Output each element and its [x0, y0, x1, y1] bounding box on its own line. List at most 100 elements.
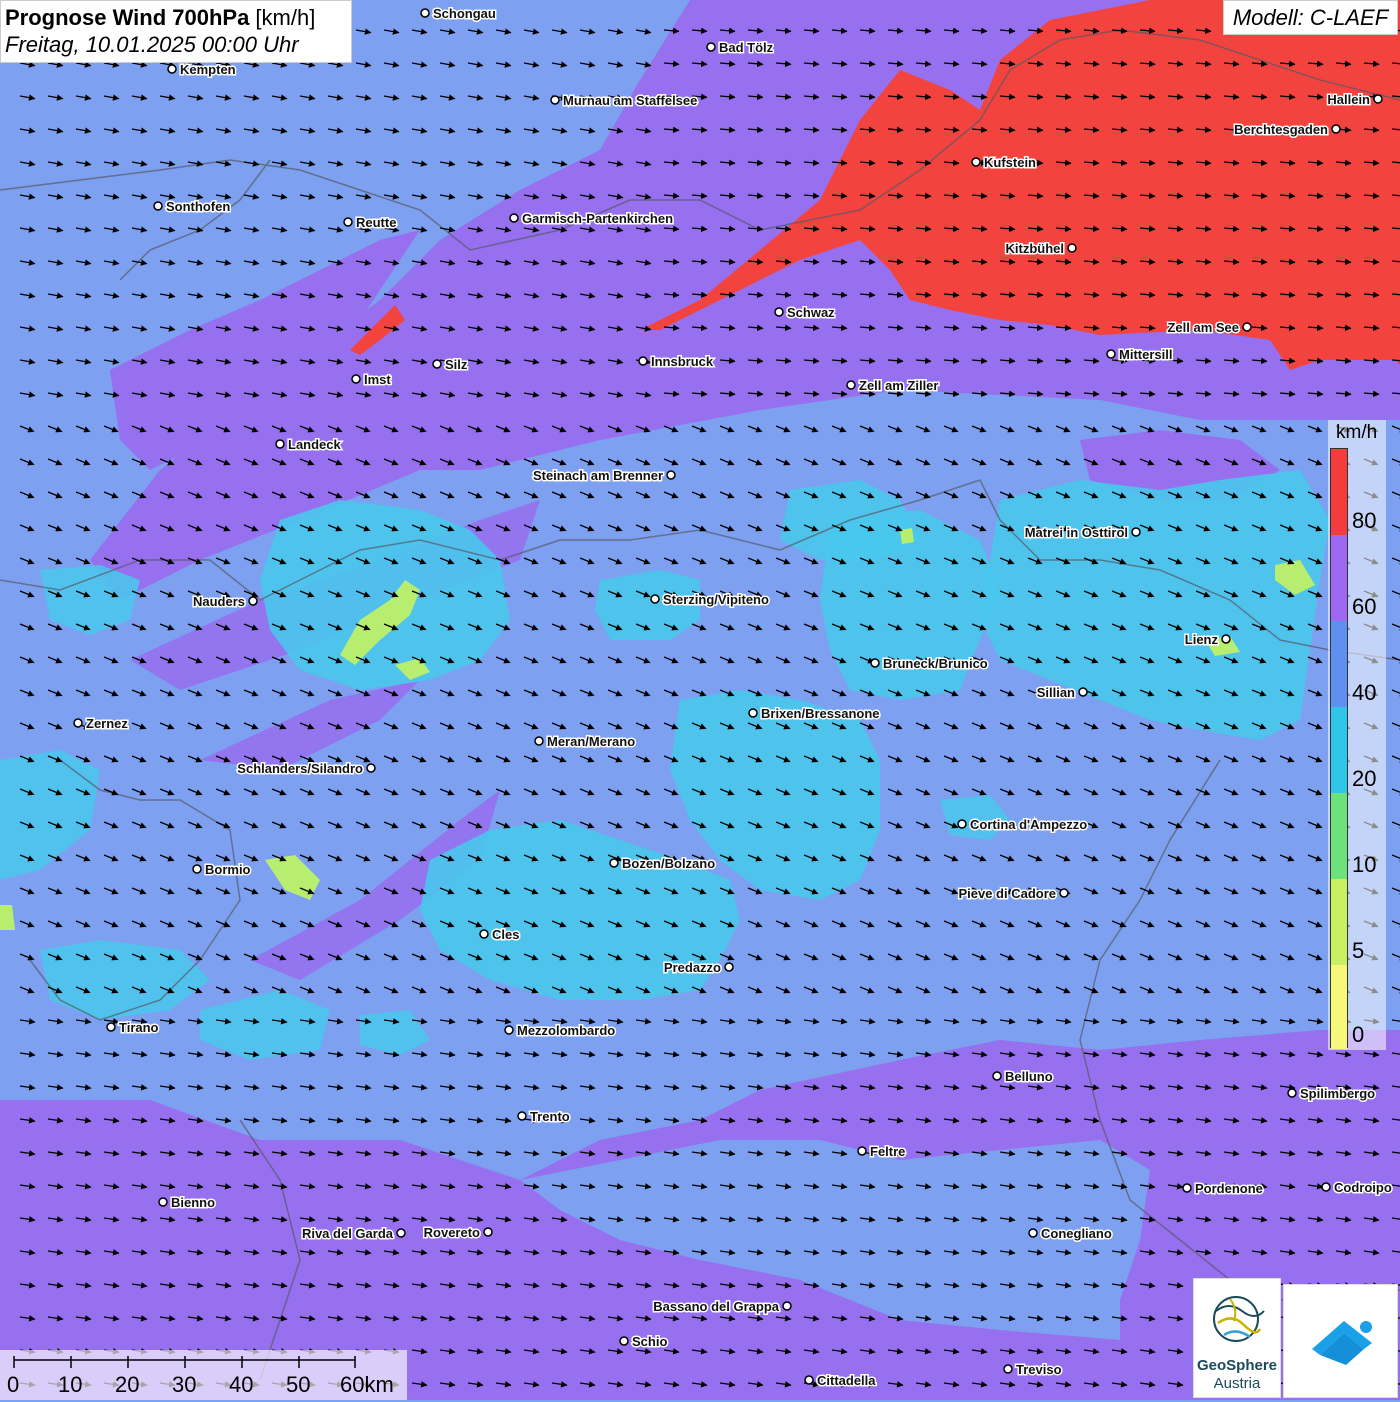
legend-seg-cyan [1331, 707, 1347, 793]
city-dot [1287, 1088, 1297, 1098]
wind-zone-lime-7 [900, 528, 914, 544]
scale-label-30: 30 [172, 1372, 197, 1397]
city-dot [638, 356, 648, 366]
city-label: Cortina d'Ampezzo [970, 817, 1087, 832]
city-dot [1182, 1183, 1192, 1193]
city-label: Sterzing/Vipiteno [663, 592, 769, 607]
city-marker: Schongau [420, 5, 497, 23]
city-label: Riva del Garda [302, 1226, 394, 1241]
city-label: Conegliano [1041, 1226, 1112, 1241]
city-marker: Zell am Ziller [846, 377, 940, 395]
city-dot [1003, 1364, 1013, 1374]
legend-label-80: 80 [1352, 508, 1377, 533]
city-label: Bormio [205, 862, 251, 877]
city-label: Brixen/Bressanone [761, 706, 880, 721]
city-label: Reutte [356, 215, 396, 230]
geosphere-name: GeoSphere [1196, 1357, 1278, 1374]
map-title: Prognose Wind 700hPa [km/h] [5, 5, 347, 31]
city-dot [774, 307, 784, 317]
city-label: Zell am Ziller [859, 378, 938, 393]
legend-label-10: 10 [1352, 852, 1377, 877]
city-marker: Cortina d'Ampezzo [957, 816, 1089, 834]
legend-label-20: 20 [1352, 766, 1377, 791]
city-dot [748, 708, 758, 718]
city-label: Kufstein [984, 155, 1036, 170]
city-dot [1059, 888, 1069, 898]
city-dot [509, 213, 519, 223]
city-dot [432, 359, 442, 369]
city-marker: Riva del Garda [300, 1225, 406, 1243]
city-dot [782, 1301, 792, 1311]
city-label: Belluno [1005, 1069, 1053, 1084]
scale-label-60km: 60km [340, 1372, 394, 1397]
city-dot [73, 718, 83, 728]
legend-label-5: 5 [1352, 938, 1365, 963]
city-marker: Pordenone [1182, 1180, 1264, 1198]
city-dot [1321, 1182, 1331, 1192]
legend-seg-red [1331, 449, 1347, 535]
city-label: Garmisch-Partenkirchen [522, 211, 673, 226]
app-logo[interactable] [1283, 1284, 1398, 1398]
city-label: Zernez [86, 716, 128, 731]
city-marker: Spilimbergo [1287, 1085, 1377, 1103]
wind-map: Schongau Kempten Bad Tölz Murnau am Staffel… [0, 0, 1400, 1400]
city-dot [1028, 1228, 1038, 1238]
city-dot [158, 1197, 168, 1207]
model-label: Modell: C-LAEF [1223, 0, 1398, 35]
city-label: Steinach am Brenner [533, 468, 663, 483]
city-marker: Sterzing/Vipiteno [650, 591, 770, 609]
app-logo-icon [1312, 1321, 1372, 1365]
city-marker: Berchtesgaden [1233, 121, 1341, 139]
city-marker: Steinach am Brenner [531, 467, 676, 485]
title-box: Prognose Wind 700hPa [km/h] Freitag, 10.… [0, 0, 352, 63]
city-label: Tirano [119, 1020, 159, 1035]
city-label: Bassano del Grappa [653, 1299, 779, 1314]
city-dot [420, 8, 430, 18]
city-dot [957, 819, 967, 829]
city-label: Sillian [1037, 685, 1075, 700]
scale-label-20: 20 [115, 1372, 140, 1397]
city-dot [992, 1071, 1002, 1081]
city-label: Lienz [1185, 632, 1219, 647]
city-label: Pieve di Cadore [958, 886, 1056, 901]
city-marker: Garmisch-Partenkirchen [509, 210, 675, 228]
city-label: Innsbruck [651, 354, 714, 369]
city-label: Feltre [870, 1144, 905, 1159]
city-marker: Zell am See [1166, 319, 1252, 337]
city-dot [1131, 527, 1141, 537]
city-label: Nauders [193, 594, 245, 609]
city-label: Bad Tölz [719, 40, 774, 55]
city-dot [1078, 687, 1088, 697]
city-dot [534, 736, 544, 746]
city-label: Zell am See [1167, 320, 1239, 335]
city-label: Pordenone [1195, 1181, 1263, 1196]
forecast-datetime: Freitag, 10.01.2025 00:00 Uhr [5, 32, 299, 57]
city-marker: Mezzolombardo [504, 1022, 617, 1040]
city-dot [153, 201, 163, 211]
city-dot [650, 594, 660, 604]
scale-label-0: 0 [7, 1372, 20, 1397]
city-label: Hallein [1327, 92, 1370, 107]
city-label: Matrei in Osttirol [1025, 525, 1128, 540]
city-marker: Meran/Merano [534, 733, 637, 751]
city-label: Cles [492, 927, 519, 942]
city-dot [550, 95, 560, 105]
city-marker: Pieve di Cadore [957, 885, 1069, 903]
city-dot [396, 1228, 406, 1238]
scale-bar: 0 10 20 30 40 50 60km [0, 1350, 407, 1400]
city-dot [248, 596, 258, 606]
geosphere-logo[interactable]: GeoSphere Austria [1193, 1278, 1281, 1398]
city-label: Bruneck/Brunico [883, 656, 988, 671]
city-dot [846, 380, 856, 390]
city-dot [619, 1336, 629, 1346]
city-label: Mezzolombardo [517, 1023, 615, 1038]
legend-label-40: 40 [1352, 680, 1377, 705]
city-label: Bienno [171, 1195, 215, 1210]
city-label: Trento [530, 1109, 570, 1124]
title-unit: [km/h] [249, 5, 316, 30]
city-label: Schwaz [787, 305, 835, 320]
city-dot [275, 439, 285, 449]
city-dot [106, 1022, 116, 1032]
city-label: Berchtesgaden [1234, 122, 1328, 137]
legend-label-0: 0 [1352, 1022, 1365, 1047]
